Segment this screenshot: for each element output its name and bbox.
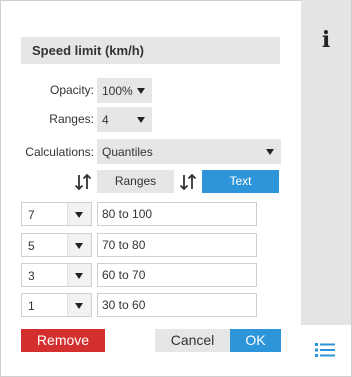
ranges-select[interactable]: 4 [97, 107, 152, 132]
calculations-select[interactable]: Quantiles [97, 139, 281, 164]
range-color-value: 5 [28, 239, 35, 253]
range-color-select[interactable]: 7 [21, 202, 92, 226]
range-text-input[interactable] [97, 233, 257, 257]
calculations-value: Quantiles [102, 145, 153, 159]
info-icon[interactable]: i [315, 28, 337, 52]
text-toggle-button[interactable]: Text [202, 170, 279, 193]
sort-icon[interactable] [179, 174, 197, 190]
ranges-toggle-button[interactable]: Ranges [97, 170, 174, 193]
ranges-value: 4 [102, 113, 109, 127]
chevron-down-icon [75, 303, 83, 309]
range-text-input[interactable] [97, 263, 257, 287]
chevron-down-icon [75, 212, 83, 218]
chevron-down-icon [137, 117, 145, 123]
ok-button[interactable]: OK [230, 329, 281, 352]
range-text-input[interactable] [97, 293, 257, 317]
ranges-label: Ranges: [49, 112, 94, 126]
layer-title: Speed limit (km/h) [32, 43, 144, 58]
range-color-select[interactable]: 1 [21, 293, 92, 317]
cancel-button[interactable]: Cancel [155, 329, 230, 352]
range-color-select[interactable]: 3 [21, 263, 92, 287]
range-color-value: 1 [28, 299, 35, 313]
chevron-down-icon [266, 149, 274, 155]
opacity-label: Opacity: [49, 83, 94, 97]
range-color-value: 3 [28, 269, 35, 283]
range-color-value: 7 [28, 208, 35, 222]
opacity-select[interactable]: 100% [97, 78, 152, 103]
chevron-down-icon [75, 243, 83, 249]
chevron-down-icon [137, 88, 145, 94]
remove-button[interactable]: Remove [21, 329, 105, 352]
opacity-value: 100% [102, 84, 133, 98]
chevron-down-icon [75, 273, 83, 279]
range-color-select[interactable]: 5 [21, 233, 92, 257]
layer-title-bar: Speed limit (km/h) [21, 37, 280, 64]
range-text-input[interactable] [97, 202, 257, 226]
list-icon[interactable] [315, 343, 335, 357]
calculations-label: Calculations: [25, 145, 94, 159]
sort-icon[interactable] [74, 174, 92, 190]
